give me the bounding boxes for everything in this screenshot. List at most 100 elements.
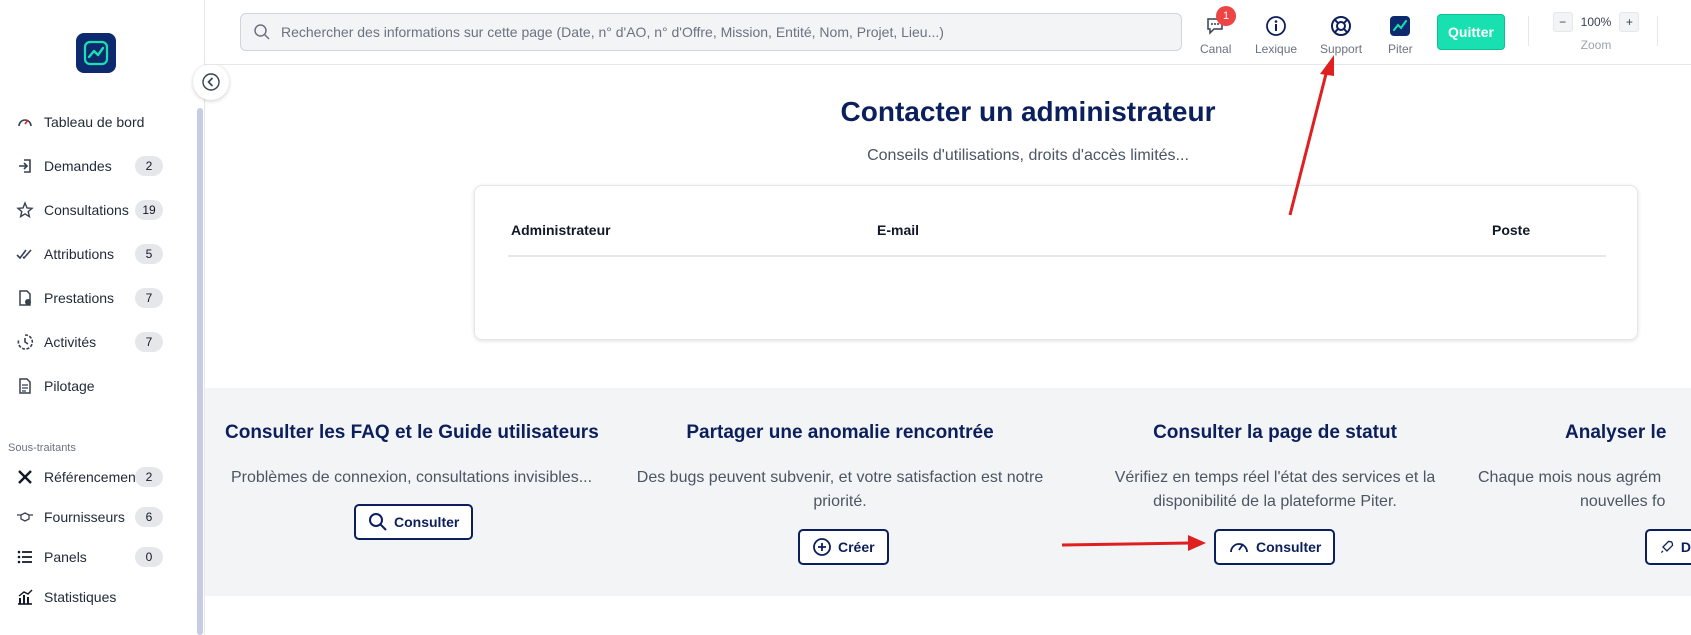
sidebar-item-label: Fournisseurs — [44, 509, 125, 525]
count-badge: 6 — [135, 507, 163, 527]
piter-label: Piter — [1388, 42, 1413, 56]
sidebar-nav-subcontractors: Référencements 2 Fournisseurs 6 Panels 0 — [0, 457, 190, 617]
lifebuoy-icon — [1329, 14, 1353, 38]
lexique-button[interactable]: Lexique — [1255, 14, 1297, 56]
canal-button[interactable]: 1 Canal — [1200, 6, 1236, 56]
network-icon — [15, 467, 35, 487]
anomaly-create-button[interactable]: Créer — [798, 529, 889, 565]
column-header-poste: Poste — [1492, 222, 1531, 238]
sidebar-item-label: Consultations — [44, 202, 129, 218]
sidebar-item-label: Pilotage — [44, 378, 95, 394]
chat-icon: 1 — [1204, 6, 1236, 38]
faq-title: Consulter les FAQ et le Guide utilisateu… — [225, 422, 599, 443]
sidebar-item-panels[interactable]: Panels 0 — [0, 537, 190, 577]
chart-icon — [15, 587, 35, 607]
piter-button[interactable]: Piter — [1388, 14, 1413, 56]
status-consult-label: Consulter — [1256, 539, 1322, 555]
collapse-sidebar-button[interactable] — [193, 64, 229, 100]
zoom-out-button[interactable]: − — [1552, 12, 1573, 32]
status-description-line2: disponibilité de la plateforme Piter. — [1153, 493, 1397, 510]
zoom-value: 100% — [1580, 15, 1612, 29]
plus-circle-icon — [813, 538, 831, 556]
speedometer-icon — [1230, 543, 1248, 553]
count-badge: 5 — [135, 244, 163, 264]
list-icon — [15, 547, 35, 567]
sidebar-item-label: Activités — [44, 334, 97, 350]
page-title: Contacter un administrateur — [840, 96, 1216, 127]
sidebar-item-demandes[interactable]: Demandes 2 — [0, 144, 190, 188]
file-text-icon — [15, 376, 35, 396]
column-header-administrateur: Administrateur — [511, 222, 611, 238]
analyse-section: Analyser le Chaque mois nous agrém nouvel… — [1475, 422, 1691, 514]
zoom-control: − 100% + Zoom — [1552, 12, 1640, 52]
history-icon — [15, 332, 35, 352]
anomaly-create-label: Créer — [838, 539, 875, 555]
search-input[interactable] — [281, 24, 1161, 40]
analyse-title: Analyser le — [1565, 422, 1667, 443]
gauge-icon — [15, 112, 35, 132]
count-badge: 19 — [135, 200, 163, 220]
anomaly-title: Partager une anomalie rencontrée — [686, 422, 994, 443]
piter-logo-icon — [1388, 14, 1412, 38]
quit-button[interactable]: Quitter — [1437, 14, 1505, 50]
sidebar-item-pilotage[interactable]: Pilotage — [0, 364, 190, 408]
sidebar-item-fournisseurs[interactable]: Fournisseurs 6 — [0, 497, 190, 537]
faq-consult-label: Consulter — [394, 514, 460, 530]
sidebar-item-label: Statistiques — [44, 589, 117, 605]
sidebar-item-prestations[interactable]: Prestations 7 — [0, 276, 190, 320]
sidebar-item-activites[interactable]: Activités 7 — [0, 320, 190, 364]
section-label-sous-traitants: Sous-traitants — [8, 442, 76, 454]
sidebar-item-attributions[interactable]: Attributions 5 — [0, 232, 190, 276]
star-icon — [15, 200, 35, 220]
sidebar-scrollbar[interactable] — [197, 108, 203, 635]
status-consult-button[interactable]: Consulter — [1214, 529, 1336, 565]
faq-consult-button[interactable]: Consulter — [354, 504, 474, 540]
sidebar-item-label: Prestations — [44, 290, 115, 306]
zoom-in-button[interactable]: + — [1619, 12, 1640, 32]
analyse-description-line2: nouvelles fo — [1580, 493, 1666, 510]
sidebar-item-consultations[interactable]: Consultations 19 — [0, 188, 190, 232]
rocket-icon — [1660, 540, 1674, 554]
faq-description: Problèmes de connexion, consultations in… — [230, 469, 593, 486]
analyse-description-line1: Chaque mois nous agrém — [1478, 469, 1662, 486]
status-section: Consulter la page de statut Vérifiez en … — [1100, 422, 1450, 514]
sidebar-item-tableau-de-bord[interactable]: Tableau de bord — [0, 100, 190, 144]
top-bar: 1 Canal Lexique Support Piter Quitter — [205, 0, 1691, 65]
canal-label: Canal — [1200, 42, 1232, 56]
sidebar-item-label: Attributions — [44, 246, 115, 262]
analyse-button[interactable]: D — [1645, 529, 1691, 565]
count-badge: 2 — [135, 467, 163, 487]
sidebar-item-label: Référencements — [44, 469, 147, 485]
piter-logo[interactable] — [76, 33, 116, 73]
sidebar-item-statistiques[interactable]: Statistiques — [0, 577, 190, 617]
analyse-button-label: D — [1680, 539, 1691, 555]
double-check-icon — [15, 244, 35, 264]
sidebar-item-label: Tableau de bord — [44, 114, 145, 130]
search-box[interactable] — [240, 13, 1182, 51]
toolbar-divider — [1657, 16, 1658, 46]
document-check-icon — [15, 288, 35, 308]
search-icon — [369, 513, 387, 531]
anomaly-description-line2: priorité. — [813, 493, 867, 510]
page-subtitle: Conseils d'utilisations, droits d'accès … — [867, 147, 1189, 164]
count-badge: 0 — [135, 547, 163, 567]
lexique-label: Lexique — [1255, 42, 1298, 56]
admin-table-card: Administrateur E-mail Poste — [474, 185, 1638, 340]
info-icon — [1264, 14, 1288, 38]
support-options-band: Consulter les FAQ et le Guide utilisateu… — [205, 388, 1691, 596]
status-title: Consulter la page de statut — [1153, 422, 1397, 443]
table-header-divider — [508, 255, 1606, 257]
status-description-line1: Vérifiez en temps réel l'état des servic… — [1114, 469, 1436, 486]
app-window: Tableau de bord Demandes 2 Consultations… — [0, 0, 1691, 635]
count-badge: 7 — [135, 332, 163, 352]
notification-badge: 1 — [1216, 6, 1236, 26]
search-icon — [254, 24, 270, 40]
sidebar: Tableau de bord Demandes 2 Consultations… — [0, 0, 205, 635]
support-button[interactable]: Support — [1320, 14, 1362, 56]
sidebar-item-referencements[interactable]: Référencements 2 — [0, 457, 190, 497]
chevron-left-icon — [202, 73, 220, 91]
login-icon — [15, 156, 35, 176]
anomaly-section: Partager une anomalie rencontrée Des bug… — [633, 422, 1047, 514]
support-label: Support — [1320, 42, 1363, 56]
count-badge: 7 — [135, 288, 163, 308]
